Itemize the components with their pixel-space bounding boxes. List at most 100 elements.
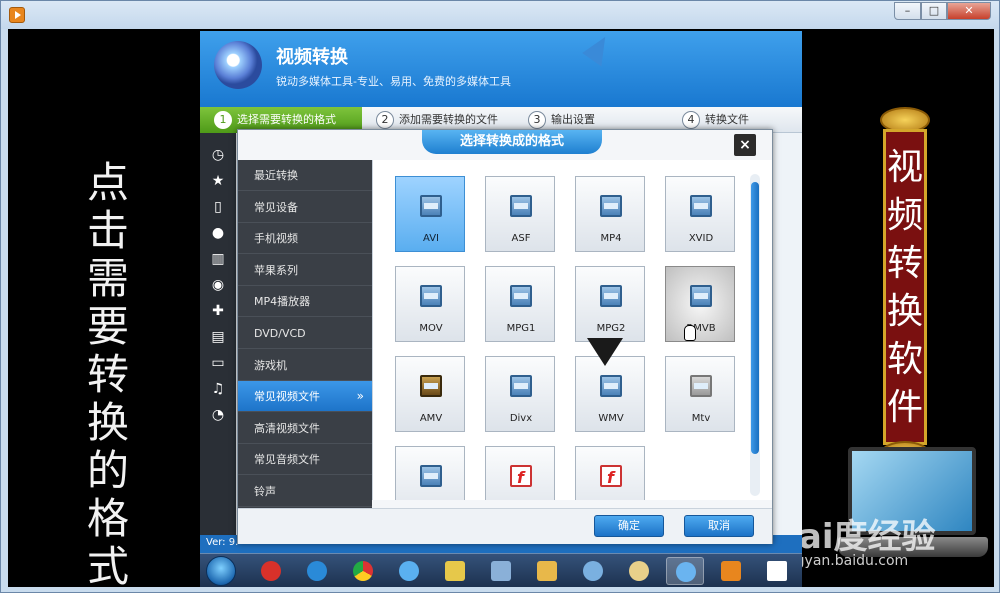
category-label: 游戏机 — [254, 358, 287, 372]
left-caption: 点击需要转换的格式 — [86, 158, 129, 588]
category-item[interactable]: 铃声 — [238, 476, 372, 507]
category-item[interactable]: 手机视频 — [238, 223, 372, 255]
banner-scroll: 视频转换软件 — [883, 129, 927, 445]
ringtone-icon[interactable]: ◔ — [210, 407, 226, 423]
ok-button[interactable]: 确定 — [594, 515, 664, 537]
player-app-icon — [9, 7, 25, 23]
format-label: Divx — [509, 413, 533, 424]
format-label: WMV — [598, 413, 624, 424]
format-scrollbar[interactable] — [750, 174, 760, 496]
network-icon[interactable] — [482, 557, 520, 585]
close-window-button[interactable]: ✕ — [947, 2, 991, 20]
right-caption: 视频转换软件 — [886, 147, 923, 428]
category-item[interactable]: 常见视频文件 » — [238, 381, 372, 413]
scrollbar-thumb[interactable] — [751, 182, 759, 454]
browser-icon[interactable] — [390, 557, 428, 585]
category-label: 苹果系列 — [254, 263, 298, 277]
right-banner: 视频转换软件 — [876, 107, 934, 467]
format-label: MP4 — [600, 233, 622, 244]
app-logo-icon — [214, 41, 262, 89]
media-player-icon[interactable] — [712, 557, 750, 585]
video-file-icon — [690, 195, 712, 217]
format-tile[interactable]: AVI — [395, 176, 465, 252]
taskbar — [200, 553, 802, 587]
app-swirl-icon[interactable] — [574, 557, 612, 585]
format-grid: AVI ASF MP4 XVID MOV MPG1 MPG2 RMVB AMV Divx WMV Mt… — [372, 160, 772, 500]
category-label: 最近转换 — [254, 169, 298, 182]
video-file-icon — [510, 375, 532, 397]
pointer-arrow-icon — [587, 338, 623, 366]
format-tile[interactable]: RMVB — [665, 266, 735, 342]
maximize-button[interactable]: □ — [921, 2, 947, 20]
app-subtitle: 锐动多媒体工具-专业、易用、免费的多媒体工具 — [276, 75, 511, 88]
category-item[interactable]: 最近转换 — [238, 160, 372, 191]
format-tile[interactable]: ASF — [485, 176, 555, 252]
hd-icon[interactable]: ▭ — [210, 355, 226, 371]
format-tile[interactable] — [395, 446, 465, 500]
category-label: 常见视频文件 — [254, 390, 320, 404]
jiang-app-icon[interactable] — [252, 557, 290, 585]
format-label: MPG1 — [506, 323, 536, 334]
format-label: RMVB — [686, 323, 716, 334]
category-item[interactable]: 常见音频文件 — [238, 444, 372, 476]
format-tile[interactable]: MPG1 — [485, 266, 555, 342]
category-label: 手机视频 — [254, 232, 298, 246]
category-item[interactable]: 游戏机 — [238, 350, 372, 381]
format-tile[interactable]: MOV — [395, 266, 465, 342]
chart-icon[interactable]: ▥ — [210, 251, 226, 267]
format-tile[interactable]: MPG2 — [575, 266, 645, 342]
format-label: MOV — [419, 323, 443, 334]
format-tile[interactable] — [485, 446, 555, 500]
flash-video-icon — [510, 465, 532, 487]
format-label: AVI — [423, 233, 439, 244]
apple-icon[interactable]: ● — [210, 225, 226, 241]
format-tile[interactable]: Mtv — [665, 356, 735, 432]
chrome-icon[interactable] — [344, 557, 382, 585]
format-tile[interactable]: XVID — [665, 176, 735, 252]
notes-icon[interactable] — [436, 557, 474, 585]
paint-icon[interactable] — [620, 557, 658, 585]
format-tile[interactable]: MP4 — [575, 176, 645, 252]
start-orb-icon[interactable] — [206, 556, 236, 586]
category-label: 铃声 — [254, 485, 276, 498]
category-item[interactable]: 苹果系列 — [238, 255, 372, 286]
clock-icon[interactable]: ◷ — [210, 147, 226, 163]
app-header: 视频转换 锐动多媒体工具-专业、易用、免费的多媒体工具 — [200, 31, 802, 107]
phone-icon[interactable]: ▯ — [210, 199, 226, 215]
video-file-icon — [420, 195, 442, 217]
film-icon[interactable]: ▤ — [210, 329, 226, 345]
category-list: 最近转换常见设备手机视频苹果系列 MP4播放器 DVD/VCD 游戏机常见视频文件 » 高… — [238, 160, 372, 508]
swf-file-icon — [600, 465, 622, 487]
app-title: 视频转换 — [276, 47, 348, 68]
format-label: Mtv — [691, 413, 711, 424]
video-convert-icon[interactable] — [666, 557, 704, 585]
format-tile[interactable]: WMV — [575, 356, 645, 432]
star-icon[interactable]: ★ — [210, 173, 226, 189]
hand-cursor-icon — [684, 325, 696, 341]
category-item[interactable]: 常见设备 — [238, 192, 372, 223]
minimize-button[interactable]: – — [894, 2, 921, 20]
format-label: XVID — [688, 233, 714, 244]
side-icon-bar: ◷ ★ ▯ ● ▥ ◉ ✚ ▤ ▭ ♫ ◔ — [200, 133, 236, 553]
format-label: ASF — [511, 233, 531, 244]
window-titlebar: – □ ✕ — [1, 1, 999, 29]
chevron-right-icon: » — [356, 389, 364, 404]
disc-icon[interactable]: ◉ — [210, 277, 226, 293]
dialog-footer: 确定 取消 — [238, 508, 772, 544]
dialog-close-button[interactable]: × — [734, 134, 756, 156]
format-tile[interactable]: AMV — [395, 356, 465, 432]
format-tile[interactable] — [575, 446, 645, 500]
ie-icon[interactable] — [298, 557, 336, 585]
video-file-icon — [420, 285, 442, 307]
music-note-icon[interactable]: ♫ — [210, 381, 226, 397]
gamepad-icon[interactable]: ✚ — [210, 303, 226, 319]
video-file-icon — [600, 375, 622, 397]
category-item[interactable]: MP4播放器 — [238, 286, 372, 318]
folder-icon[interactable] — [528, 557, 566, 585]
cancel-button[interactable]: 取消 — [684, 515, 754, 537]
windows-flag-icon[interactable] — [758, 557, 796, 585]
category-label: MP4播放器 — [254, 295, 311, 309]
format-tile[interactable]: Divx — [485, 356, 555, 432]
category-item[interactable]: 高清视频文件 — [238, 413, 372, 444]
category-item[interactable]: DVD/VCD — [238, 318, 372, 349]
